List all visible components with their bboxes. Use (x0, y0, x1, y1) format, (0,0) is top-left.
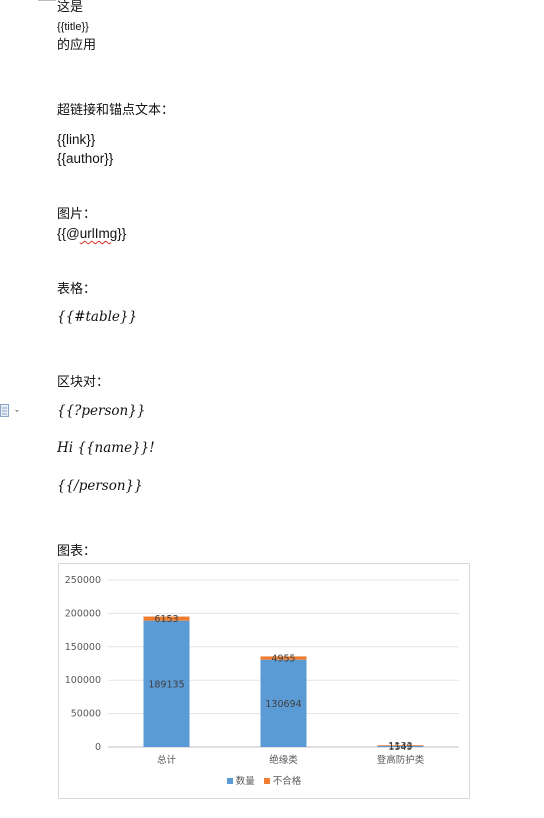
data-label: 6153 (154, 614, 178, 625)
y-tick-label: 100000 (65, 675, 101, 686)
stacked-bar-chart: 0 50000 100000 150000 200000 250000 189135 6153… (65, 575, 459, 766)
legend-swatch-unqualified (263, 778, 270, 784)
category-label: 登高防护类 (377, 754, 425, 766)
image-heading: 图片： (57, 207, 97, 222)
image-tag-prefix: {{@ (57, 226, 80, 241)
legend-swatch-count (226, 778, 233, 784)
data-label: 1133 (388, 741, 412, 752)
image-tag: {{@urlImg}} (57, 227, 126, 241)
data-label: 4955 (271, 654, 295, 665)
legend-item-count: 数量 (226, 776, 255, 787)
chart-legend: 数量 不合格 (59, 777, 469, 787)
table-tag: {{#table}} (57, 309, 138, 325)
legend-label-count: 数量 (235, 776, 255, 787)
person-open-tag: {{?person}} (57, 403, 146, 419)
person-close-tag: {{/person}} (57, 478, 143, 494)
paste-options-icon[interactable] (0, 404, 22, 418)
data-label: 189135 (148, 679, 184, 690)
chart-container: 0 50000 100000 150000 200000 250000 189135 6153… (58, 563, 470, 799)
image-tag-suffix: }} (117, 226, 127, 241)
category-label: 总计 (157, 754, 177, 766)
y-tick-label: 150000 (65, 642, 101, 653)
chart-heading: 图表： (57, 544, 97, 559)
y-tick-label: 250000 (65, 575, 101, 586)
legend-item-unqualified: 不合格 (263, 776, 302, 787)
table-heading: 表格： (57, 282, 97, 297)
y-tick-label: 0 (95, 742, 101, 753)
image-tag-word: urlImg (79, 226, 118, 241)
block-heading: 区块对： (57, 375, 110, 390)
link-heading: 超链接和锚点文本： (57, 103, 175, 118)
y-tick-label: 50000 (71, 709, 101, 720)
intro-line-3: 的应用 (57, 38, 97, 53)
y-tick-label: 200000 (65, 608, 101, 619)
intro-line-1: 这是 (57, 0, 84, 15)
greeting-line: Hi {{name}}! (57, 440, 155, 456)
author-tag: {{author}} (57, 151, 114, 166)
category-label: 绝缘类 (269, 754, 298, 766)
legend-label-unqualified: 不合格 (272, 776, 302, 787)
data-label: 130694 (265, 699, 301, 710)
top-rule (38, 0, 56, 1)
intro-title-tag: {{title}} (57, 21, 89, 33)
link-tag: {{link}} (57, 132, 96, 147)
